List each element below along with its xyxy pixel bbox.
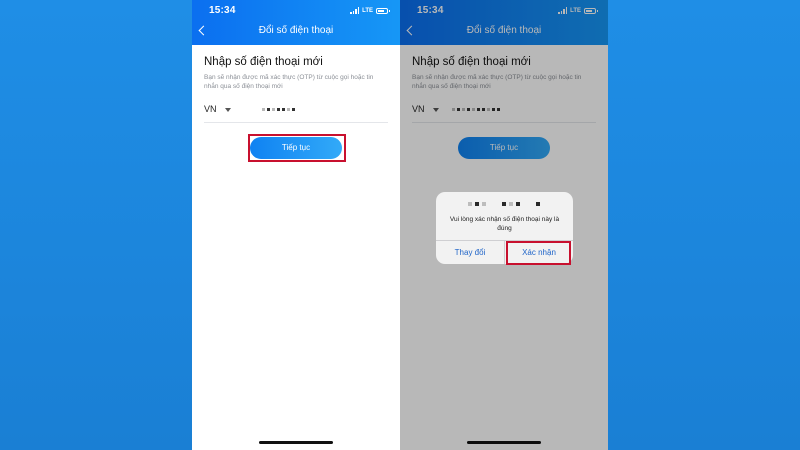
dialog-masked-number	[468, 202, 540, 206]
change-button[interactable]: Thay đổi	[436, 241, 504, 264]
confirm-highlight	[506, 241, 571, 265]
status-indicators: LTE	[350, 6, 390, 15]
network-label: LTE	[362, 7, 373, 14]
dropdown-caret-icon[interactable]	[225, 108, 231, 112]
continue-highlight	[248, 134, 346, 162]
status-time: 15:34	[209, 5, 236, 16]
phone-screen-enter-number: 15:34 LTE Đổi số điện thoại Nhập số điện…	[192, 0, 400, 450]
page-heading: Nhập số điện thoại mới	[204, 56, 323, 68]
home-indicator	[259, 441, 333, 444]
phone-number-field[interactable]: VN	[204, 98, 388, 123]
phone-screen-confirm-number: 15:34 LTE Đổi số điện thoại Nhập số điện…	[400, 0, 608, 450]
battery-icon	[376, 7, 390, 14]
masked-phone-number	[262, 108, 295, 111]
signal-icon	[350, 7, 360, 14]
otp-description: Bạn sẽ nhận được mã xác thực (OTP) từ cu…	[204, 74, 374, 90]
country-code[interactable]: VN	[204, 104, 217, 114]
form-section: Nhập số điện thoại mới Bạn sẽ nhận được …	[204, 56, 388, 91]
app-header: 15:34 LTE Đổi số điện thoại	[192, 0, 400, 45]
nav-title: Đổi số điện thoại	[258, 25, 334, 36]
dialog-message: Vui lòng xác nhận số điện thoại này là đ…	[449, 216, 560, 232]
